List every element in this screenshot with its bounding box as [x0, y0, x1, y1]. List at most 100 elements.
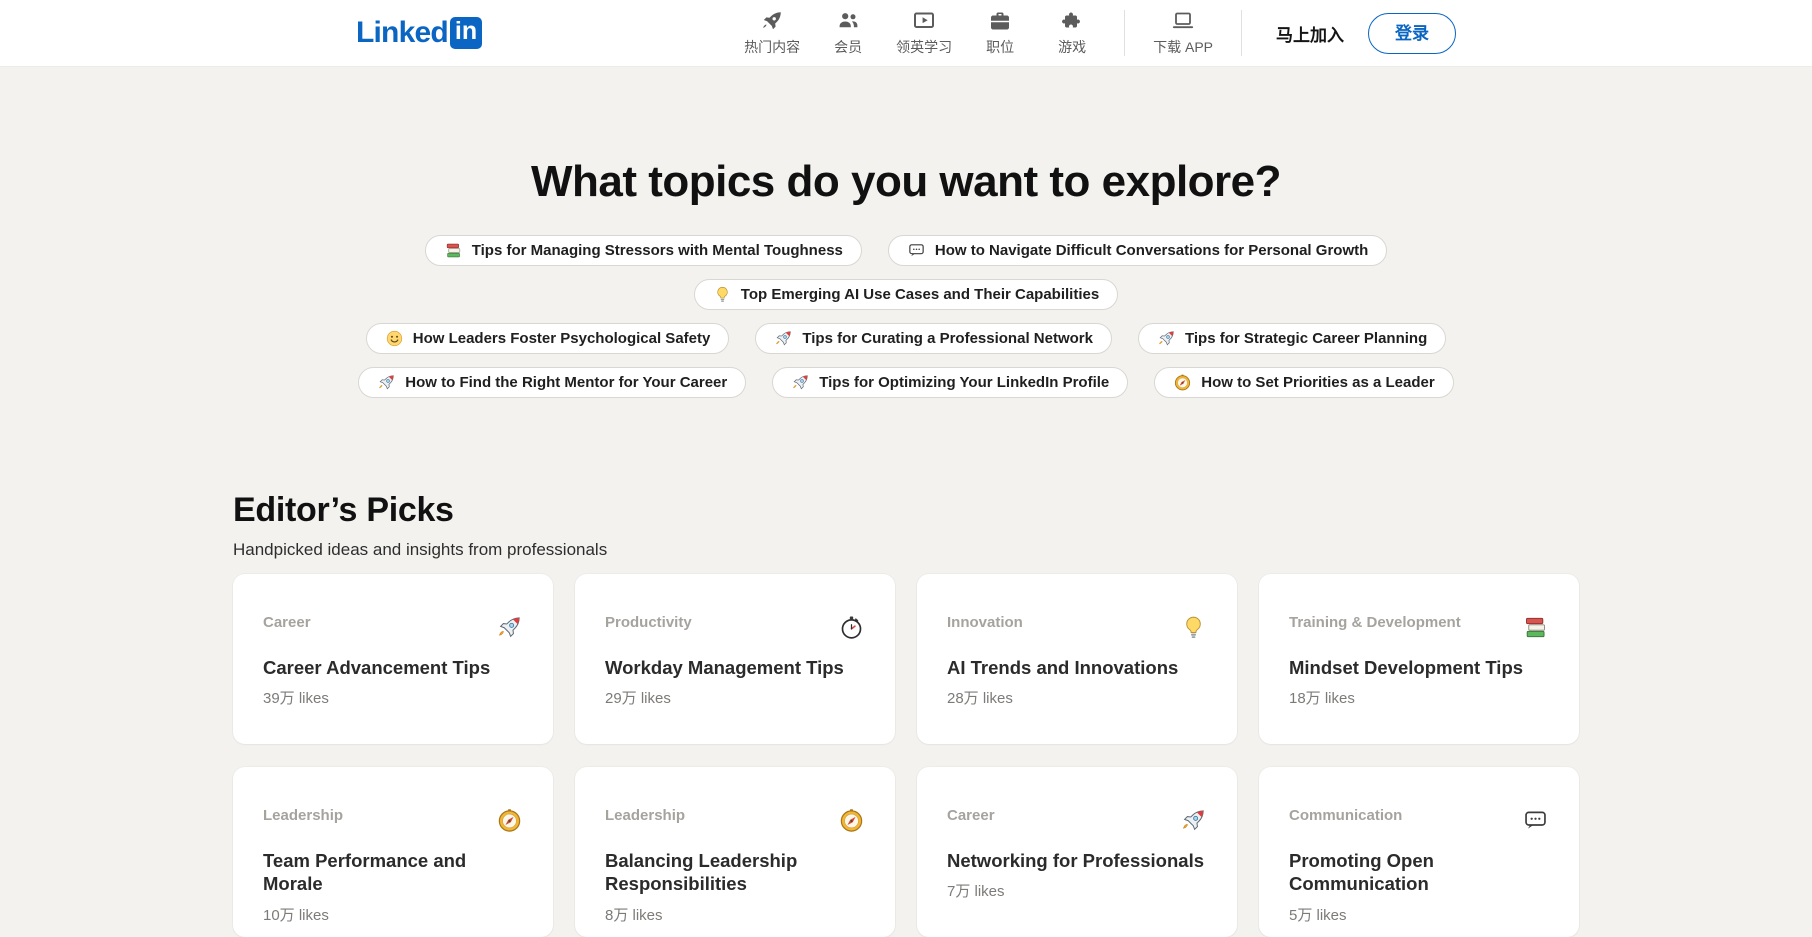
topic-pill[interactable]: Top Emerging AI Use Cases and Their Capa…: [694, 279, 1118, 310]
laptop-icon: [1171, 9, 1195, 33]
topic-pill-label: How Leaders Foster Psychological Safety: [413, 330, 711, 347]
nav-item-games[interactable]: 游戏: [1048, 9, 1096, 57]
rocket-color-icon: [1180, 807, 1207, 834]
editor-pick-card[interactable]: Training & Development Mindset Developmen…: [1259, 574, 1579, 744]
card-category: Career: [263, 614, 311, 631]
card-category: Career: [947, 807, 995, 824]
card-header: Leadership: [605, 807, 865, 834]
card-header: Productivity: [605, 614, 865, 641]
editor-pick-card[interactable]: Innovation AI Trends and Innovations 28万 l…: [917, 574, 1237, 744]
nav-item-label: 会员: [834, 37, 862, 57]
editor-pick-card[interactable]: ProductivityWorkday Management Tips29万 l…: [575, 574, 895, 744]
topic-pill[interactable]: Tips for Optimizing Your LinkedIn Profil…: [772, 367, 1128, 398]
hero-title: What topics do you want to explore?: [0, 157, 1812, 207]
nav-item-download-app[interactable]: 下载 APP: [1153, 9, 1213, 57]
books-icon: [444, 241, 463, 260]
card-likes: 10万 likes: [263, 904, 523, 925]
topic-pill[interactable]: Tips for Strategic Career Planning: [1138, 323, 1446, 354]
editors-picks-grid: Career Career Advancement Tips 39万 likes Pr…: [233, 574, 1579, 937]
card-title: Balancing Leadership Responsibilities: [605, 849, 865, 896]
linkedin-logo-wordmark: Linked: [356, 16, 448, 50]
card-likes: 29万 likes: [605, 687, 865, 708]
main-nav: 热门内容 会员 领英学习 职位 游戏 下载 APP: [744, 9, 1246, 57]
nav-item-trending[interactable]: 热门内容: [744, 9, 800, 57]
topic-pill[interactable]: How to Find the Right Mentor for Your Ca…: [358, 367, 746, 398]
nav-item-label: 下载 APP: [1153, 37, 1213, 57]
compass-icon: [1173, 373, 1192, 392]
nav-item-membership[interactable]: 会员: [824, 9, 872, 57]
linkedin-logo-in-badge: in: [450, 17, 482, 49]
card-title: AI Trends and Innovations: [947, 656, 1207, 679]
compass-icon: [838, 807, 865, 834]
topic-pill-label: Tips for Optimizing Your LinkedIn Profil…: [819, 374, 1109, 391]
compass-icon: [496, 807, 523, 834]
card-header: Career: [947, 807, 1207, 834]
nav-divider: [1241, 10, 1242, 56]
nav-item-jobs[interactable]: 职位: [976, 9, 1024, 57]
card-likes: 5万 likes: [1289, 904, 1549, 925]
card-title: Mindset Development Tips: [1289, 656, 1549, 679]
card-header: Leadership: [263, 807, 523, 834]
header-container: Linked in 热门内容 会员 领英学习 职位 游戏 下载 APP 马上加入 登录: [356, 0, 1456, 66]
editor-pick-card[interactable]: Communication Promoting Open Communicatio…: [1259, 767, 1579, 937]
card-category: Communication: [1289, 807, 1402, 824]
topic-pill-label: Tips for Strategic Career Planning: [1185, 330, 1427, 347]
rocket-color-icon: [1157, 329, 1176, 348]
nav-item-label: 热门内容: [744, 37, 800, 57]
login-button[interactable]: 登录: [1368, 13, 1456, 54]
nav-item-label: 游戏: [1058, 37, 1086, 57]
linkedin-logo[interactable]: Linked in: [356, 16, 482, 50]
topic-pill[interactable]: How Leaders Foster Psychological Safety: [366, 323, 730, 354]
smiley-icon: [385, 329, 404, 348]
card-likes: 28万 likes: [947, 687, 1207, 708]
editor-pick-card[interactable]: Career Career Advancement Tips 39万 likes: [233, 574, 553, 744]
card-category: Productivity: [605, 614, 692, 631]
people-icon: [836, 9, 860, 33]
nav-item-label: 领英学习: [896, 37, 952, 57]
topic-pill[interactable]: Tips for Managing Stressors with Mental …: [425, 235, 862, 266]
card-header: Training & Development: [1289, 614, 1549, 641]
editor-pick-card[interactable]: CareerNetworking for Professionals7万 lik…: [917, 767, 1237, 937]
card-category: Innovation: [947, 614, 1023, 631]
speech-bubble-icon: [907, 241, 926, 260]
editor-pick-card[interactable]: Leadership Balancing Leadership Responsib…: [575, 767, 895, 937]
card-category: Leadership: [605, 807, 685, 824]
books-icon: [1522, 614, 1549, 641]
editor-pick-card[interactable]: LeadershipTeam Performance and Morale10万…: [233, 767, 553, 937]
topic-pill-label: How to Navigate Difficult Conversations …: [935, 242, 1368, 259]
topic-pill-label: How to Set Priorities as a Leader: [1201, 374, 1434, 391]
topic-pill[interactable]: How to Set Priorities as a Leader: [1154, 367, 1453, 398]
speech-bubble-icon: [1522, 807, 1549, 834]
card-header: Communication: [1289, 807, 1549, 834]
hero-section: What topics do you want to explore? Tips…: [0, 67, 1812, 398]
join-now-link[interactable]: 马上加入: [1276, 21, 1344, 46]
card-title: Career Advancement Tips: [263, 656, 523, 679]
card-header: Career: [263, 614, 523, 641]
topic-pill-row: How Leaders Foster Psychological Safety T…: [0, 323, 1812, 354]
lightbulb-icon: [713, 285, 732, 304]
card-category: Leadership: [263, 807, 343, 824]
rocket-color-icon: [791, 373, 810, 392]
rocket-color-icon: [377, 373, 396, 392]
card-header: Innovation: [947, 614, 1207, 641]
topic-pill-label: Tips for Managing Stressors with Mental …: [472, 242, 843, 259]
topic-pill-row: Top Emerging AI Use Cases and Their Capa…: [0, 279, 1812, 310]
editors-picks-section: Editor’s Picks Handpicked ideas and insi…: [233, 411, 1579, 937]
nav-item-label: 职位: [986, 37, 1014, 57]
topic-pill[interactable]: Tips for Curating a Professional Network: [755, 323, 1112, 354]
card-title: Networking for Professionals: [947, 849, 1207, 872]
topic-pill-label: Top Emerging AI Use Cases and Their Capa…: [741, 286, 1099, 303]
topic-pill[interactable]: How to Navigate Difficult Conversations …: [888, 235, 1387, 266]
nav-item-learning[interactable]: 领英学习: [896, 9, 952, 57]
top-header: Linked in 热门内容 会员 领英学习 职位 游戏 下载 APP 马上加入 登录: [0, 0, 1812, 67]
topic-pill-row: Tips for Managing Stressors with Mental …: [0, 235, 1812, 266]
card-likes: 8万 likes: [605, 904, 865, 925]
editors-picks-title: Editor’s Picks: [233, 491, 1579, 530]
briefcase-icon: [988, 9, 1012, 33]
topic-pill-group: Tips for Managing Stressors with Mental …: [0, 235, 1812, 398]
puzzle-icon: [1060, 9, 1084, 33]
card-likes: 39万 likes: [263, 687, 523, 708]
editors-picks-subtitle: Handpicked ideas and insights from profe…: [233, 540, 1579, 560]
main-content: What topics do you want to explore? Tips…: [0, 67, 1812, 937]
card-title: Promoting Open Communication: [1289, 849, 1549, 896]
